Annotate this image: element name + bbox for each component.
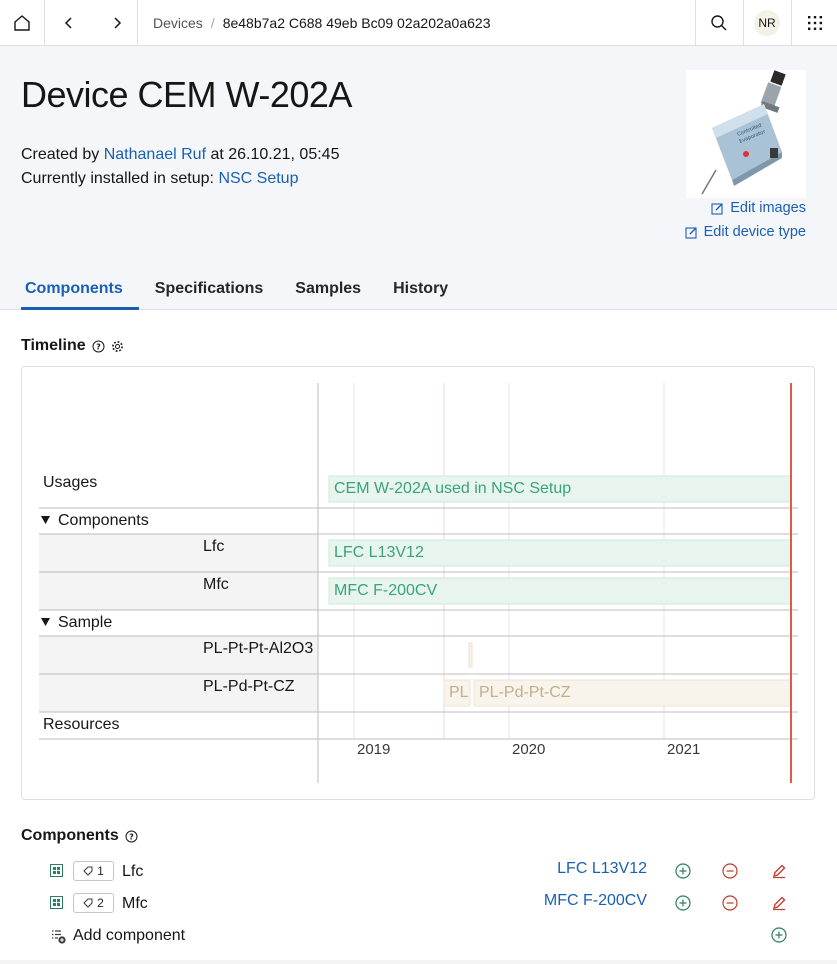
search-icon — [711, 15, 727, 31]
mfc-bar-label[interactable]: MFC F-200CV — [334, 582, 437, 600]
breadcrumb-current: 8e48b7a2 C688 49eb Bc09 02a202a0a623 — [222, 15, 491, 31]
component-grid-icon — [50, 896, 63, 909]
avatar: NR — [754, 10, 780, 36]
chevron-right-icon — [114, 17, 122, 29]
component-name: Mfc — [122, 895, 148, 912]
edit-icon — [711, 202, 723, 215]
component-row: 2 Mfc MFC F-200CV — [0, 888, 837, 920]
chevron-left-icon — [64, 17, 72, 29]
installed-info: Currently installed in setup: NSC Setup — [21, 170, 298, 188]
home-button[interactable] — [0, 0, 44, 46]
row-label-sample-group[interactable]: Sample — [58, 614, 112, 632]
row-label-mfc: Mfc — [203, 576, 229, 593]
year-tick-2020: 2020 — [512, 741, 546, 758]
svg-text:?: ? — [96, 342, 101, 351]
component-index: 2 — [97, 896, 104, 910]
back-button[interactable] — [50, 0, 88, 46]
component-value-link[interactable]: MFC F-200CV — [544, 892, 647, 910]
tab-list: Components Specifications Samples Histor… — [21, 270, 476, 310]
tab-specifications[interactable]: Specifications — [151, 270, 279, 310]
app-switcher-button[interactable] — [792, 0, 837, 46]
component-index: 1 — [97, 864, 104, 878]
year-tick-2021: 2021 — [667, 741, 701, 758]
tab-components[interactable]: Components — [21, 270, 139, 310]
collapse-sample-icon — [41, 618, 50, 626]
edit-images-label: Edit images — [730, 200, 806, 216]
settings-gear-icon[interactable] — [111, 340, 124, 353]
installed-prefix: Currently installed in setup: — [21, 170, 219, 187]
app-grid-icon — [807, 16, 822, 30]
tag-icon — [83, 866, 93, 876]
row-label-lfc: Lfc — [203, 538, 225, 555]
help-icon[interactable]: ? — [125, 830, 138, 843]
device-image[interactable]: Controlled Evaporator — [686, 70, 806, 198]
remove-circle-icon[interactable] — [722, 863, 738, 879]
tag-icon — [83, 898, 93, 908]
lfc-bar-label[interactable]: LFC L13V12 — [334, 544, 424, 562]
add-component-label[interactable]: Add component — [73, 927, 185, 945]
creator-link[interactable]: Nathanael Ruf — [104, 146, 206, 163]
row-label-components-group[interactable]: Components — [58, 512, 149, 530]
usage-bar-label[interactable]: CEM W-202A used in NSC Setup — [334, 480, 571, 498]
breadcrumb: Devices / 8e48b7a2 C688 49eb Bc09 02a202… — [153, 0, 491, 46]
component-row: 1 Lfc LFC L13V12 — [0, 856, 837, 888]
row-label-sample1: PL-Pt-Pt-Al2O3 — [203, 640, 314, 657]
add-circle-icon[interactable] — [675, 863, 691, 879]
breadcrumb-devices-link[interactable]: Devices — [153, 15, 203, 31]
row-label-usages: Usages — [43, 474, 98, 491]
remove-circle-icon[interactable] — [722, 895, 738, 911]
add-circle-icon[interactable] — [771, 927, 787, 943]
created-suffix: at 26.10.21, 05:45 — [206, 146, 340, 163]
year-tick-2019: 2019 — [357, 741, 391, 758]
svg-text:?: ? — [129, 832, 134, 841]
help-icon[interactable]: ? — [92, 340, 105, 353]
row-label-resources: Resources — [43, 716, 120, 733]
edit-icon — [685, 226, 697, 239]
created-prefix: Created by — [21, 146, 104, 163]
timeline-heading: Timeline ? — [21, 337, 124, 355]
setup-link[interactable]: NSC Setup — [218, 170, 298, 187]
top-navigation-bar: Devices / 8e48b7a2 C688 49eb Bc09 02a202… — [0, 0, 837, 46]
device-header: Device CEM W-202A Created by Nathanael R… — [0, 46, 837, 310]
tab-history[interactable]: History — [389, 270, 464, 310]
search-button[interactable] — [696, 0, 742, 46]
sample1-bar — [468, 642, 473, 668]
add-circle-icon[interactable] — [675, 895, 691, 911]
home-icon — [14, 15, 30, 31]
created-info: Created by Nathanael Ruf at 26.10.21, 05… — [21, 146, 339, 164]
page-bottom-divider — [0, 960, 837, 964]
add-list-icon — [52, 930, 66, 944]
component-index-tag: 1 — [73, 861, 114, 881]
components-heading: Components ? — [21, 827, 138, 845]
edit-images-link[interactable]: Edit images — [711, 200, 806, 216]
tab-samples[interactable]: Samples — [291, 270, 377, 310]
component-value-link[interactable]: LFC L13V12 — [557, 860, 647, 878]
pencil-icon[interactable] — [771, 863, 787, 879]
sample2-bar-label[interactable]: PL-Pd-Pt-CZ — [479, 684, 571, 702]
user-menu-button[interactable]: NR — [744, 0, 790, 46]
timeline-title: Timeline — [21, 337, 86, 354]
components-title: Components — [21, 827, 119, 844]
breadcrumb-separator: / — [210, 15, 215, 31]
sample2-short-bar-label[interactable]: PL — [449, 684, 469, 702]
timeline-chart: Usages Components Lfc Mfc Sample PL-Pt-P… — [21, 366, 815, 800]
edit-device-type-label: Edit device type — [703, 224, 806, 240]
row-label-sample2: PL-Pd-Pt-CZ — [203, 678, 295, 695]
edit-device-type-link[interactable]: Edit device type — [685, 224, 806, 240]
add-component-row[interactable]: Add component — [0, 920, 837, 952]
component-name: Lfc — [122, 863, 144, 880]
pencil-icon[interactable] — [771, 895, 787, 911]
component-index-tag: 2 — [73, 893, 114, 913]
component-grid-icon — [50, 864, 63, 877]
collapse-components-icon — [41, 516, 50, 524]
page-title: Device CEM W-202A — [21, 74, 352, 115]
forward-button[interactable] — [98, 0, 136, 46]
